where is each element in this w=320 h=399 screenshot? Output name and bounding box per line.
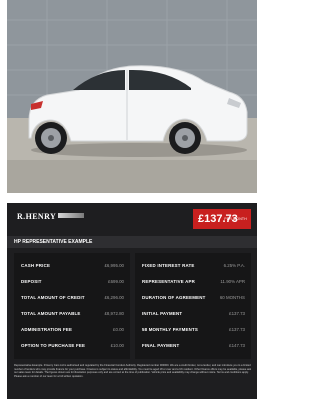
car-image	[7, 0, 257, 193]
row-value: £0.00	[113, 327, 124, 332]
table-row: CASH PRICE £6,995.00	[14, 260, 130, 272]
table-row: FIXED INTEREST RATE 6.25% P.A.	[135, 260, 251, 272]
row-value: 60 MONTHS	[219, 295, 245, 300]
row-label: INITIAL PAYMENT	[142, 311, 183, 316]
dealer-logo-text: R.HENRY	[17, 212, 57, 221]
section-title-bar: HP REPRESENTATIVE EXAMPLE	[7, 236, 257, 248]
finance-table-right: FIXED INTEREST RATE 6.25% P.A. REPRESENT…	[135, 253, 251, 359]
row-value: £137.73	[229, 311, 245, 316]
row-label: ADMINISTRATION FEE	[21, 327, 73, 332]
row-label: TOTAL AMOUNT PAYABLE	[21, 311, 81, 316]
finance-card: R.HENRY £137.73 PER MONTH HP REPRESENTAT…	[7, 203, 257, 399]
row-label: FIXED INTEREST RATE	[142, 263, 195, 268]
row-label: OPTION TO PURCHASE FEE	[21, 343, 86, 348]
row-value: 6.25% P.A.	[223, 263, 245, 268]
finance-disclaimer: Representative Example. R Henry Cars Ltd…	[14, 364, 252, 378]
table-row: INITIAL PAYMENT £137.73	[135, 308, 251, 320]
table-row: DEPOSIT £699.00	[14, 276, 130, 288]
table-row: TOTAL AMOUNT PAYABLE £8,972.80	[14, 308, 130, 320]
monthly-price-badge: £137.73 PER MONTH	[193, 209, 251, 229]
table-row: REPRESENTATIVE APR 11.90% APR	[135, 276, 251, 288]
row-value: £8,972.80	[104, 311, 124, 316]
row-value: 11.90% APR	[220, 279, 245, 284]
row-label: REPRESENTATIVE APR	[142, 279, 196, 284]
row-label: DURATION OF AGREEMENT	[142, 295, 206, 300]
row-value: £699.00	[108, 279, 124, 284]
table-row: 58 MONTHLY PAYMENTS £137.73	[135, 324, 251, 336]
row-value: £137.73	[229, 327, 245, 332]
row-label: CASH PRICE	[21, 263, 51, 268]
row-value: £10.00	[110, 343, 124, 348]
table-row: ADMINISTRATION FEE £0.00	[14, 324, 130, 336]
section-title: HP REPRESENTATIVE EXAMPLE	[14, 239, 93, 245]
row-label: TOTAL AMOUNT OF CREDIT	[21, 295, 85, 300]
table-row: DURATION OF AGREEMENT 60 MONTHS	[135, 292, 251, 304]
finance-header: R.HENRY £137.73 PER MONTH	[7, 203, 257, 231]
row-label: FINAL PAYMENT	[142, 343, 180, 348]
table-row: FINAL PAYMENT £147.73	[135, 340, 251, 352]
row-label: DEPOSIT	[21, 279, 42, 284]
finance-table-left: CASH PRICE £6,995.00 DEPOSIT £699.00 TOT…	[14, 253, 130, 359]
row-value: £147.73	[229, 343, 245, 348]
logo-swoosh-icon	[58, 213, 85, 218]
vehicle-photo	[7, 0, 257, 193]
row-label: 58 MONTHLY PAYMENTS	[142, 327, 199, 332]
dealer-logo: R.HENRY	[17, 212, 85, 222]
row-value: £6,995.00	[104, 263, 124, 268]
row-value: £6,296.00	[104, 295, 124, 300]
table-row: OPTION TO PURCHASE FEE £10.00	[14, 340, 130, 352]
price-frequency: PER MONTH	[224, 217, 247, 221]
table-row: TOTAL AMOUNT OF CREDIT £6,296.00	[14, 292, 130, 304]
